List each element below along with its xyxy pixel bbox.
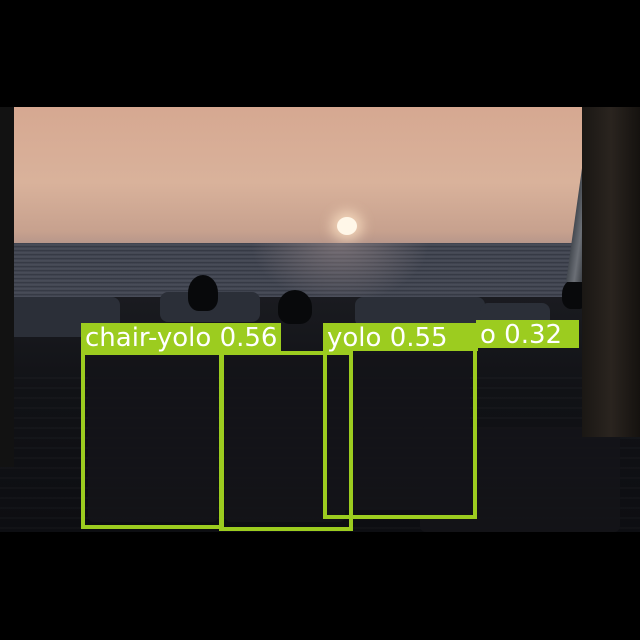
person-silhouette: [278, 290, 312, 324]
detection-label-chair-3: o 0.32: [476, 320, 579, 350]
sun: [337, 217, 357, 235]
detection-box-chair-1: [81, 351, 224, 529]
sea-reflection: [250, 243, 430, 303]
detection-label-chair-2: yolo 0.55: [323, 323, 478, 353]
left-edge-shadow: [0, 107, 14, 467]
detection-label-chair-1: chair-yolo 0.56: [81, 323, 282, 353]
letterbox-bottom: [0, 532, 640, 640]
detection-box-chair-3: [323, 344, 477, 519]
image-canvas: chair-yolo 0.56 o 0.32 yolo 0.55: [0, 0, 640, 640]
sky: [0, 107, 640, 245]
letterbox-top: [0, 0, 640, 107]
person-silhouette: [188, 275, 218, 311]
palm-trunk: [582, 107, 640, 437]
